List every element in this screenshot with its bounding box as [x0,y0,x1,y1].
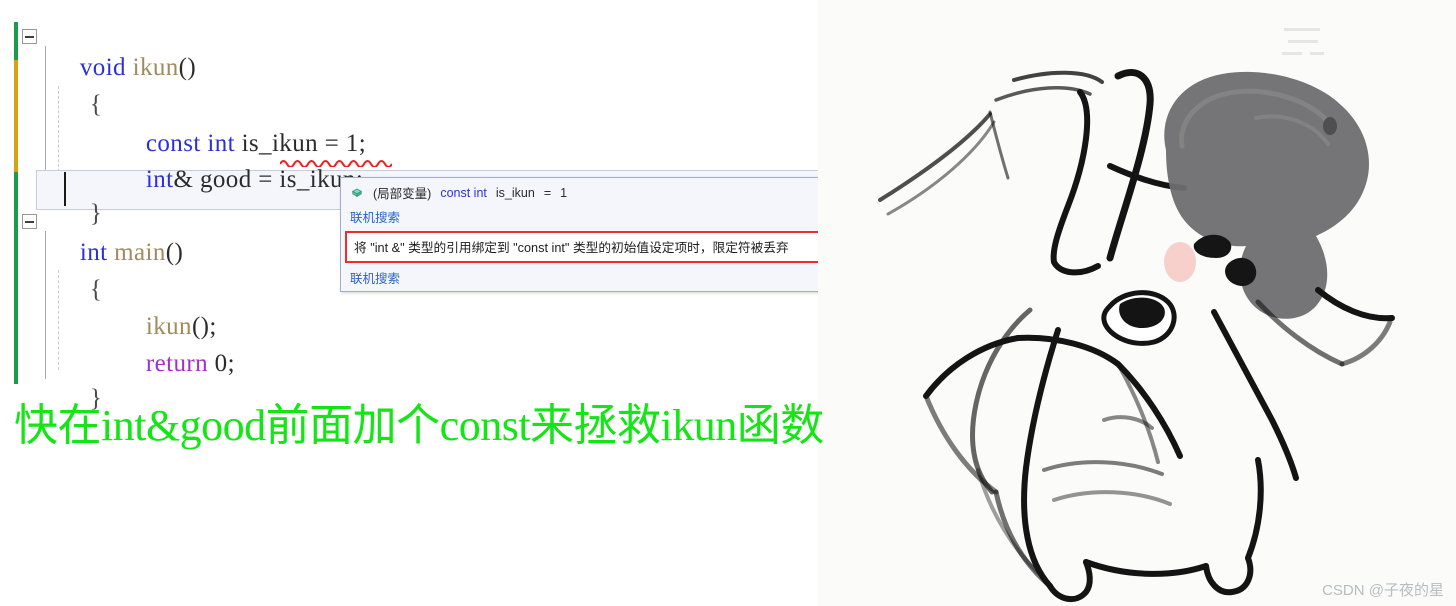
cartoon-drawing [818,0,1456,606]
tooltip-equals: = [543,185,552,200]
collapse-toggle-ikun[interactable] [22,29,37,44]
change-bar-saved-bottom [14,172,18,384]
meme-image [818,0,1456,606]
tooltip-value: 1 [560,185,568,200]
tooltip-online-search-link-top[interactable]: 联机搜索 [341,204,826,230]
tooltip-kind-label: (局部变量) [373,187,432,201]
quick-info-tooltip: (局部变量) const int is_ikun = 1 联机搜索 将 "int… [340,177,827,292]
code-line-4[interactable]: int& good = is_ikun; [106,138,363,222]
code-line-7[interactable]: { [50,248,102,332]
code-line-2[interactable]: { [50,63,102,147]
change-bar-unsaved [14,60,18,172]
tooltip-type: const int [440,185,487,200]
local-variable-icon [351,187,363,197]
tooltip-error-message: 将 "int &" 类型的引用绑定到 "const int" 类型的初始值设定项… [345,231,822,263]
code-line-9[interactable]: return 0; [106,322,235,406]
error-squiggle-underline [280,159,392,167]
tooltip-online-search-link-bottom[interactable]: 联机搜索 [341,265,826,291]
screenshot-root: void ikun() { const int is_ikun = 1; int… [0,0,1456,606]
csdn-watermark: CSDN @子夜的星 [1322,582,1444,599]
green-caption-text: 快在int&good前面加个const来拯救ikun函数 [14,401,824,450]
tooltip-signature-row: (局部变量) const int is_ikun = 1 [341,178,826,204]
collapse-toggle-main[interactable] [22,214,37,229]
tooltip-identifier: is_ikun [495,185,535,200]
change-bar-saved-top [14,22,18,60]
